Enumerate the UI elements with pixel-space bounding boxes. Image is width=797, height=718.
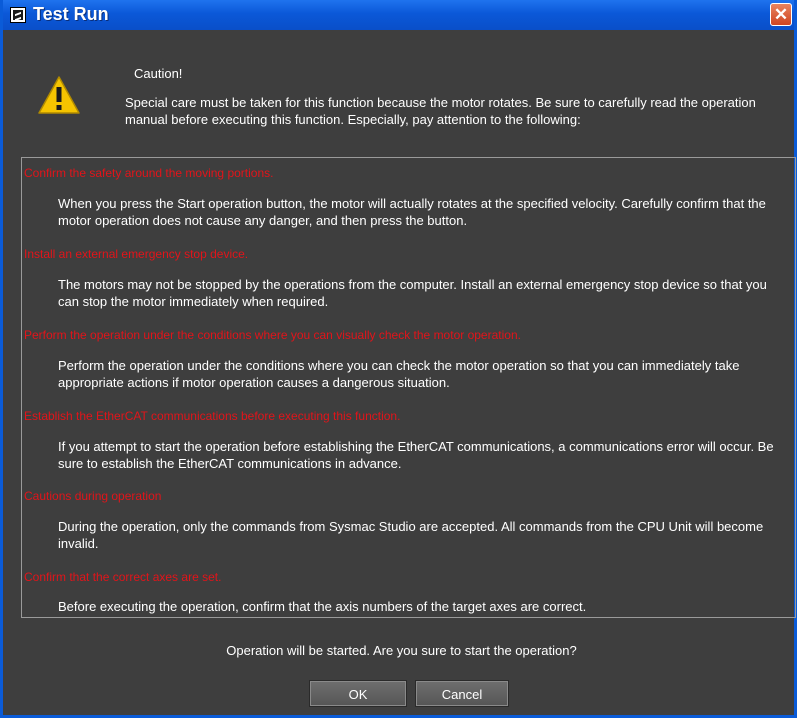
confirmation-question: Operation will be started. Are you sure …: [226, 643, 577, 658]
precaution-body: When you press the Start operation butto…: [58, 196, 766, 228]
warning-triangle-icon: [38, 76, 80, 114]
precaution-body: During the operation, only the commands …: [58, 519, 764, 551]
precaution-heading: Confirm that the correct axes are set.: [24, 570, 222, 584]
window-title: Test Run: [33, 4, 109, 24]
precautions-box: Confirm the safety around the moving por…: [21, 157, 796, 618]
cancel-button[interactable]: Cancel: [415, 680, 509, 707]
precaution-body: If you attempt to start the operation be…: [58, 439, 774, 471]
title-bar[interactable]: Test Run ✕: [3, 0, 794, 30]
close-button[interactable]: ✕: [770, 3, 792, 26]
caution-title: Caution!: [134, 66, 183, 81]
precaution-heading: Install an external emergency stop devic…: [24, 247, 249, 261]
caution-intro: Special care must be taken for this func…: [125, 95, 756, 127]
ok-button[interactable]: OK: [309, 680, 407, 707]
precaution-heading: Perform the operation under the conditio…: [24, 328, 521, 342]
precaution-heading: Cautions during operation: [24, 489, 162, 503]
precaution-body: Perform the operation under the conditio…: [58, 358, 740, 390]
precaution-heading: Confirm the safety around the moving por…: [24, 166, 274, 180]
precaution-body: The motors may not be stopped by the ope…: [58, 277, 767, 309]
precaution-heading: Establish the EtherCAT communications be…: [24, 409, 401, 423]
test-run-dialog: Test Run ✕ Caution! Special care must be…: [0, 0, 797, 718]
close-icon: ✕: [773, 5, 789, 24]
app-icon: [10, 7, 26, 23]
precaution-body: Before executing the operation, confirm …: [58, 599, 587, 614]
